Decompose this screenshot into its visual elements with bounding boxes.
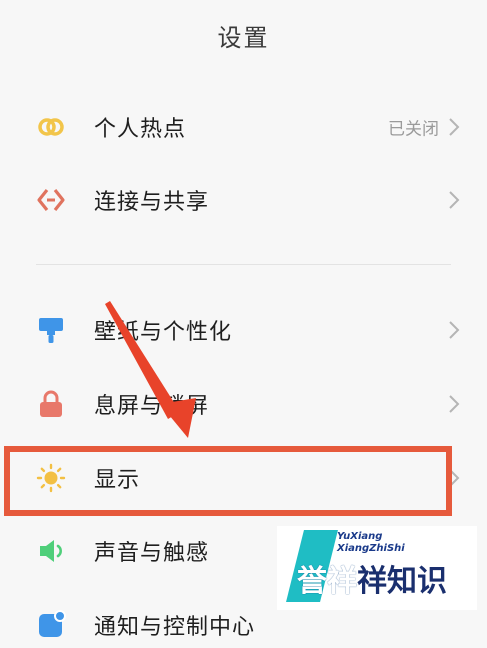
chevron-right-icon [449,118,460,136]
hotspot-icon [38,118,64,136]
settings-item-label: 显示 [94,468,141,493]
watermark-char: 誉 [297,564,327,599]
watermark-subtext: YuXiang [337,531,383,542]
speaker-icon [40,540,62,562]
section-divider [36,264,451,265]
page-title: 设置 [217,24,270,52]
lock-icon [40,390,62,417]
chevron-right-icon [449,395,460,413]
connection-share-icon [37,189,65,211]
settings-item-label: 个人热点 [94,117,187,142]
watermark-title: 誉祥祥知识 [297,564,447,600]
sun-icon [36,463,66,493]
settings-item-lockscreen[interactable]: 息屏与锁屏 [0,367,487,441]
notification-icon [39,610,66,637]
watermark-subtext: XiangZhiShi [337,543,405,554]
watermark-char: 祥知识 [357,564,447,599]
settings-item-hotspot[interactable]: 个人热点 已关闭 [0,90,487,164]
settings-item-label: 壁纸与个性化 [94,320,233,345]
wallpaper-brush-icon [39,318,63,343]
watermark-logo: YuXiang XiangZhiShi 誉祥祥知识 [277,526,477,610]
settings-item-label: 声音与触感 [94,541,210,566]
watermark-char: 祥 [327,564,357,599]
chevron-right-icon [449,191,460,209]
hotspot-status: 已关闭 [388,119,439,140]
settings-item-connection[interactable]: 连接与共享 [0,163,487,237]
settings-item-label: 连接与共享 [94,190,210,215]
settings-item-label: 息屏与锁屏 [94,394,210,419]
chevron-right-icon [449,469,460,487]
chevron-right-icon [449,321,460,339]
settings-item-display[interactable]: 显示 [0,441,487,515]
settings-item-wallpaper[interactable]: 壁纸与个性化 [0,293,487,367]
settings-screen: 设置 个人热点 已关闭 连接与共享 壁纸与个性化 息屏与锁屏 显示 声音与触感 … [0,0,487,648]
settings-item-label: 通知与控制中心 [94,615,256,640]
